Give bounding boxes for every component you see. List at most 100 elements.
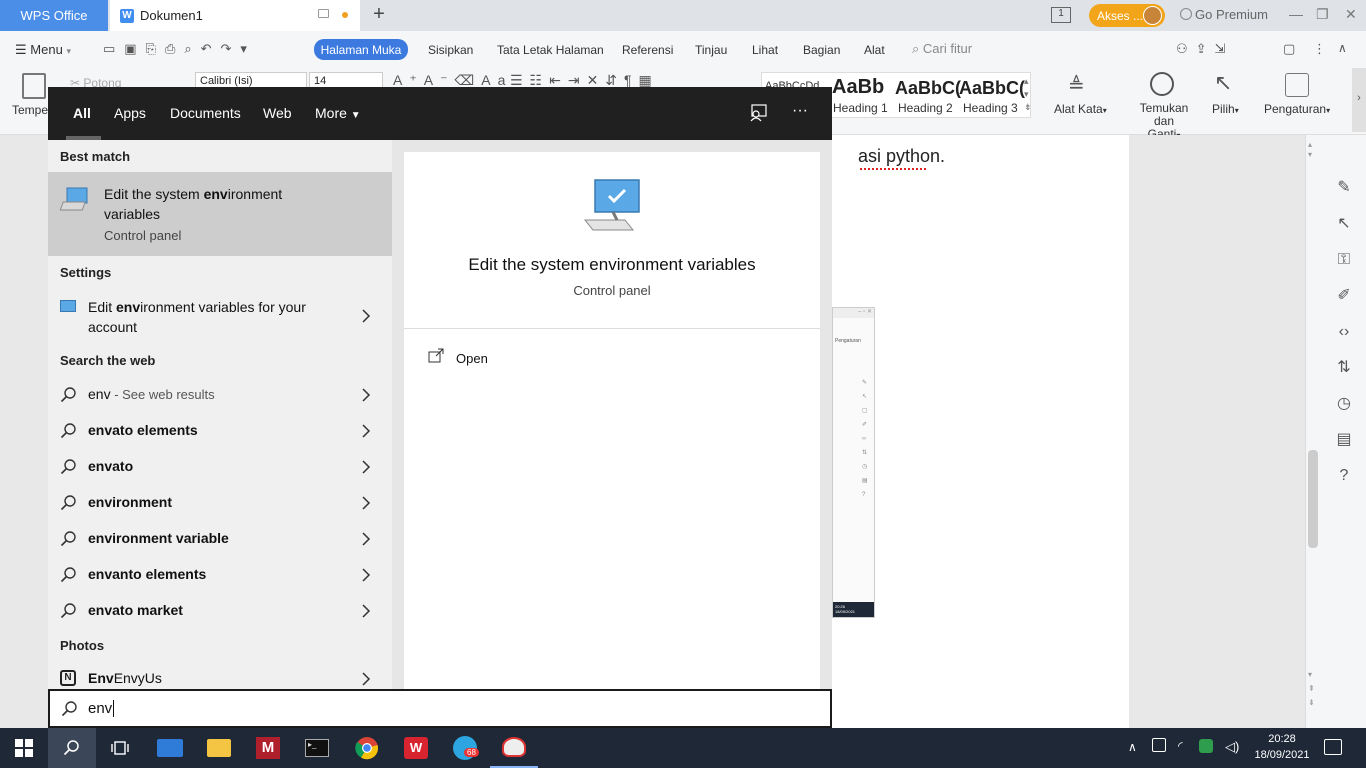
web-suggestion-row[interactable]: envato market [48,593,392,629]
wifi-icon[interactable]: ◜ [1178,739,1183,753]
search-tab-web[interactable]: Web [263,105,292,121]
document-page[interactable] [831,135,1129,728]
chevron-right-icon[interactable] [360,603,372,619]
tab-lihat[interactable]: Lihat [752,43,778,57]
search-tab-documents[interactable]: Documents [170,105,241,121]
word-tools-button[interactable]: Alat Kata▾ [1054,102,1107,116]
taskbar-terminal[interactable]: ▸_ [293,728,341,768]
web-result-row[interactable]: env - See web results [48,377,392,413]
chevron-right-icon[interactable] [360,387,372,403]
chevron-right-icon[interactable] [360,495,372,511]
open-label: Open [456,351,488,366]
search-input[interactable]: env [48,689,832,728]
quick-access-toolbar[interactable]: ▭▣⎘⎙⌕↶↷▾ [103,41,256,57]
taskbar-chrome[interactable] [343,728,391,768]
monitor-icon[interactable] [318,9,329,18]
style-heading-2[interactable]: AaBbC( [895,78,961,99]
tab-halaman-muka[interactable]: Halaman Muka [314,39,408,60]
sign-icon[interactable]: ✐ [1334,278,1354,314]
sidebar-tools[interactable]: ✎ ↖ ⚿ ✐ ‹› ⇅ ◷ ▤ ? [1334,170,1354,494]
chevron-right-icon[interactable] [360,531,372,547]
taskbar-snipping-tool[interactable] [490,728,538,768]
search-tab-all[interactable]: All [73,105,91,121]
taskbar-mcafee[interactable]: M [244,728,292,768]
tab-referensi[interactable]: Referensi [622,43,673,57]
adjust-icon[interactable]: ⇅ [1334,350,1354,386]
task-view-button[interactable] [96,728,144,768]
feedback-icon[interactable] [749,104,767,122]
collapse-ribbon-icon[interactable]: ∧ [1338,41,1347,55]
akses-button[interactable]: Akses ... [1089,4,1165,27]
more-options-icon[interactable]: ··· [792,102,808,120]
settings-result-item[interactable]: Edit environment variables for your accou… [48,292,392,342]
history-icon[interactable]: ◷ [1334,386,1354,422]
taskbar-telegram[interactable]: 68 [441,728,489,768]
paste-label[interactable]: Tempel [12,103,51,117]
taskbar-file-explorer[interactable] [195,728,243,768]
lock-icon[interactable]: ⚿ [1334,242,1354,278]
menu-button[interactable]: ☰ Menu ▾ [15,42,71,58]
taskbar-mail[interactable] [146,728,194,768]
new-tab-button[interactable]: + [368,4,390,25]
restore-button[interactable]: ❐ [1316,6,1329,23]
style-heading-1[interactable]: AaBb [832,76,884,99]
comment-icon[interactable]: ▢ [1283,41,1295,57]
vertical-scrollbar[interactable]: ▴ ▾ [1308,140,1318,725]
style-heading-3[interactable]: AaBbC( [959,78,1025,99]
security-icon[interactable] [1199,739,1213,753]
wps-office-tab[interactable]: WPS Office [0,0,108,31]
select-button[interactable]: Pilih▾ [1212,102,1239,116]
code-icon[interactable]: ‹› [1334,314,1354,350]
share-tools[interactable]: ⚇⇪⇲ [1176,41,1233,57]
chevron-right-icon[interactable] [360,459,372,475]
ribbon-scroll-right[interactable]: › [1352,68,1366,132]
window-count-icon[interactable]: 1 [1051,7,1071,23]
go-premium-button[interactable]: Go Premium [1180,7,1268,22]
search-tab-more[interactable]: More ▼ [315,105,361,121]
volume-icon[interactable]: ◁) [1225,739,1239,755]
settings-tool-button[interactable]: Pengaturan▾ [1264,102,1330,116]
find-feature-field[interactable]: ⌕ Cari fitur [912,41,972,57]
select-icon[interactable]: ↖ [1334,206,1354,242]
chevron-right-icon[interactable] [360,567,372,583]
document-tab[interactable]: W Dokumen1 [110,0,360,31]
system-clock[interactable]: 20:28 18/09/2021 [1252,731,1312,763]
chevron-right-icon[interactable] [360,423,372,439]
menu-label: Menu [30,42,63,57]
help-icon[interactable]: ? [1334,458,1354,494]
scrollbar-thumb[interactable] [1308,450,1318,548]
notifications-icon[interactable] [1324,739,1342,755]
tray-device-icon[interactable] [1152,738,1166,752]
tab-tata-letak[interactable]: Tata Letak Halaman [497,43,604,57]
more-options-icon[interactable]: ⋮ [1313,41,1326,57]
embedded-screenshot[interactable]: – ▫ ✕ Pengaturan ✎ ↖ ▢ ✐ ‹› ⇅ ◷ ▤? 20:26 18/09/2… [832,307,875,618]
best-match-item[interactable]: Edit the system environment variables Con… [48,172,392,256]
web-suggestion-row[interactable]: envanto elements [48,557,392,593]
web-suggestion-row[interactable]: environment variable [48,521,392,557]
web-suggestion-row[interactable]: envato [48,449,392,485]
tab-sisipkan[interactable]: Sisipkan [428,43,473,57]
styles-scroll-arrows[interactable]: ▴ ▾ ⇟ [1024,75,1032,114]
close-button[interactable]: ✕ [1345,6,1357,23]
taskbar-wps[interactable]: W [392,728,440,768]
open-action[interactable]: Open [404,344,820,374]
taskbar-search-button[interactable] [48,728,96,768]
chevron-right-icon[interactable] [360,308,372,324]
tab-tinjau[interactable]: Tinjau [695,43,727,57]
chevron-right-icon[interactable] [360,671,372,687]
document-text[interactable]: asi python. [858,146,945,167]
paste-icon[interactable] [22,73,46,99]
tab-alat[interactable]: Alat [864,43,885,57]
writer-icon: W [120,8,134,23]
edit-icon[interactable]: ✎ [1334,170,1354,206]
minimize-button[interactable]: — [1289,6,1303,22]
page-nav-arrows[interactable]: ▾ ⇞ ⇟ [1308,668,1315,710]
start-button[interactable] [0,728,48,768]
web-suggestion-row[interactable]: envato elements [48,413,392,449]
search-tab-apps[interactable]: Apps [114,105,146,121]
web-suggestion-label: environment variable [88,530,229,546]
tray-overflow-icon[interactable]: ∧ [1128,740,1137,754]
layout-icon[interactable]: ▤ [1334,422,1354,458]
web-suggestion-row[interactable]: environment [48,485,392,521]
tab-bagian[interactable]: Bagian [803,43,840,57]
